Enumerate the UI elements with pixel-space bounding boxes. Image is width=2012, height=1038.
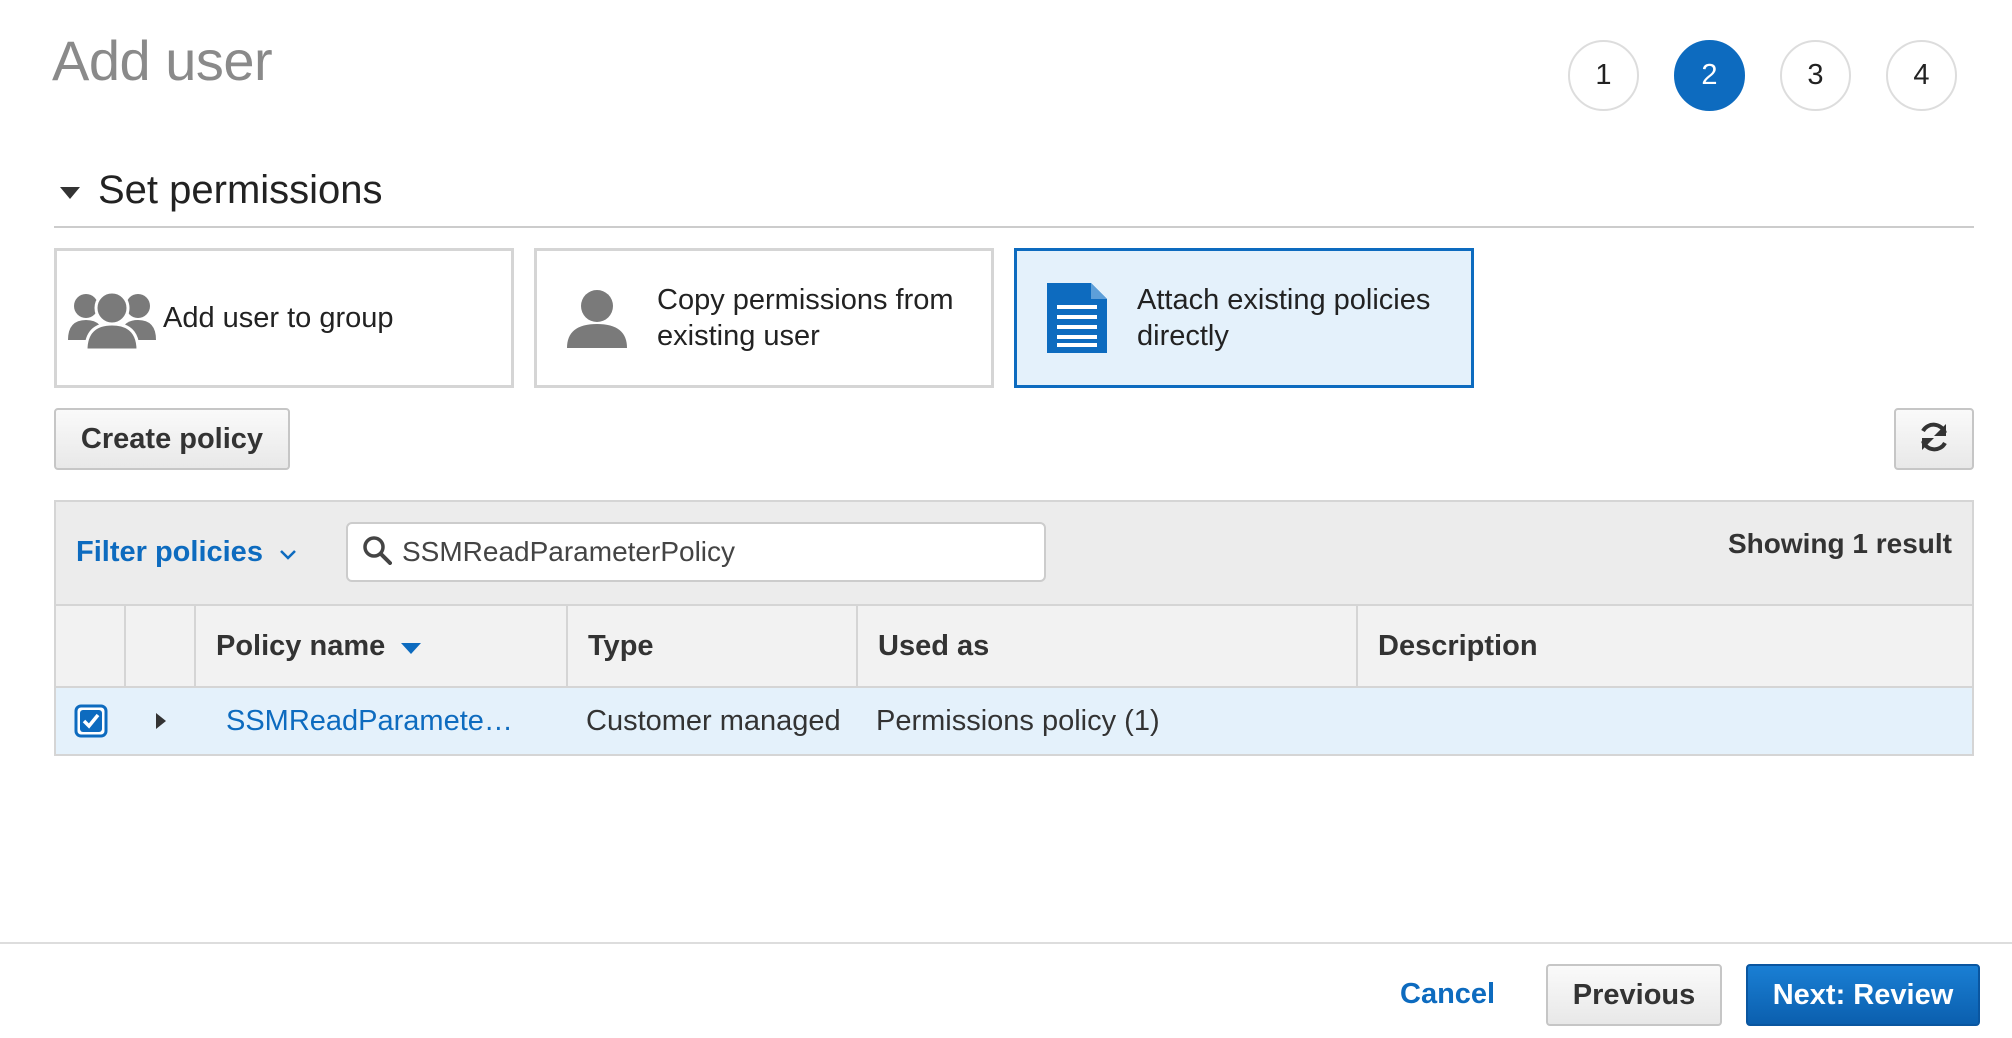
- column-label: Type: [588, 629, 654, 662]
- group-icon: [49, 286, 175, 350]
- section-divider: [54, 226, 1974, 228]
- option-label: Attach existing policies directly: [1137, 284, 1431, 352]
- document-icon: [1017, 283, 1137, 353]
- user-icon: [537, 288, 657, 348]
- policy-used-as: Permissions policy (1): [876, 704, 1160, 737]
- filter-policies-label: Filter policies: [76, 536, 263, 568]
- next-review-button[interactable]: Next: Review: [1746, 964, 1980, 1026]
- column-label: Used as: [878, 629, 990, 662]
- set-permissions-header[interactable]: Set permissions: [60, 168, 383, 213]
- policy-search-box[interactable]: [346, 522, 1046, 582]
- sort-desc-icon: [401, 630, 422, 663]
- table-row[interactable]: SSMReadParamete… Customer managed Permis…: [56, 688, 1972, 754]
- chevron-down-icon: [279, 536, 297, 569]
- step-2-active: 2: [1674, 40, 1745, 111]
- step-4: 4: [1886, 40, 1957, 111]
- column-used-as[interactable]: Used as: [858, 606, 1358, 686]
- create-policy-button[interactable]: Create policy: [54, 408, 290, 470]
- column-description[interactable]: Description: [1358, 606, 1972, 686]
- search-input[interactable]: [402, 536, 1002, 568]
- step-indicator: 1 2 3 4: [1568, 40, 1957, 111]
- option-attach-policies[interactable]: Attach existing policies directly: [1014, 248, 1474, 388]
- column-type[interactable]: Type: [568, 606, 858, 686]
- option-copy-permissions[interactable]: Copy permissions from existing user: [534, 248, 994, 388]
- caret-down-icon: [60, 186, 80, 199]
- step-3: 3: [1780, 40, 1851, 111]
- option-add-user-to-group[interactable]: Add user to group: [54, 248, 514, 388]
- row-checkbox[interactable]: [56, 688, 126, 754]
- refresh-icon: [1918, 422, 1950, 457]
- expand-row-toggle[interactable]: [126, 688, 196, 754]
- policy-description: [1358, 688, 1972, 754]
- search-icon: [362, 535, 392, 570]
- page-title: Add user: [52, 29, 273, 92]
- result-count: Showing 1 result: [1727, 528, 1952, 559]
- select-column-header: [56, 606, 126, 686]
- filter-bar: Filter policies Showing 1 result: [54, 500, 1974, 604]
- option-label: Add user to group: [163, 302, 394, 334]
- caret-right-icon: [156, 713, 166, 729]
- checkbox-checked-icon[interactable]: [74, 704, 108, 738]
- policy-type: Customer managed: [586, 704, 841, 737]
- option-label: Copy permissions from existing user: [657, 284, 954, 352]
- table-header: Policy name Type Used as Description: [56, 606, 1972, 688]
- filter-policies-dropdown[interactable]: Filter policies: [76, 536, 297, 569]
- column-label: Policy name: [216, 629, 386, 662]
- section-title: Set permissions: [98, 168, 383, 212]
- step-1: 1: [1568, 40, 1639, 111]
- refresh-button[interactable]: [1894, 408, 1974, 470]
- column-policy-name[interactable]: Policy name: [196, 606, 568, 686]
- footer-divider: [0, 942, 2012, 944]
- column-label: Description: [1378, 629, 1538, 662]
- expand-column-header: [126, 606, 196, 686]
- policies-table: Policy name Type Used as Description SSM…: [54, 604, 1974, 756]
- cancel-link[interactable]: Cancel: [1400, 978, 1495, 1011]
- previous-button[interactable]: Previous: [1546, 964, 1722, 1026]
- policy-name-link[interactable]: SSMReadParamete…: [196, 688, 568, 754]
